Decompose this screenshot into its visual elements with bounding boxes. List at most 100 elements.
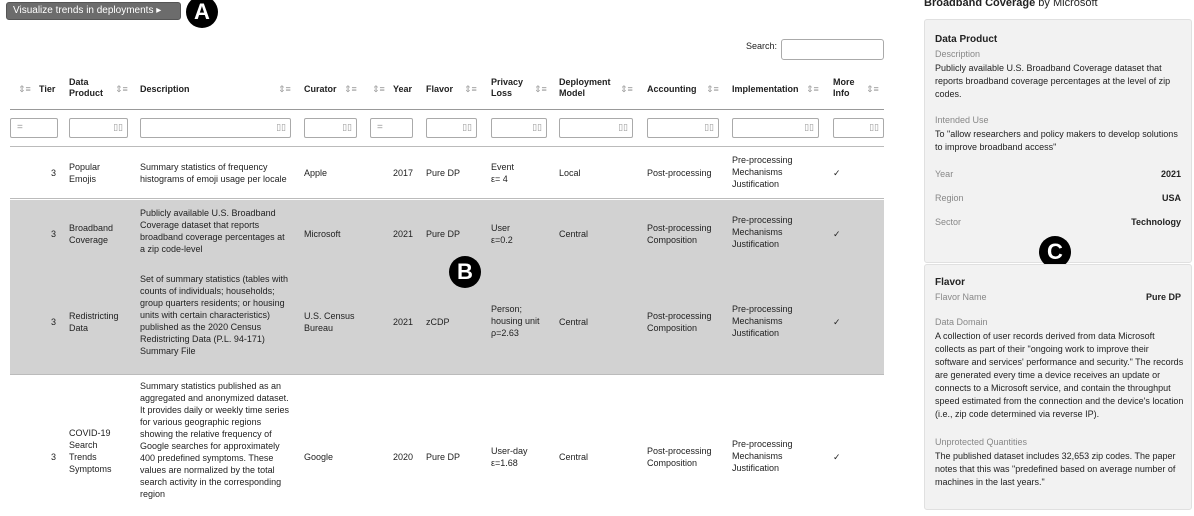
cell-tier: 3 <box>51 229 57 239</box>
cell-tier: 3 <box>51 317 57 327</box>
cell-more-info[interactable]: ✓ <box>833 167 841 179</box>
year-value: 2021 <box>1160 169 1181 179</box>
cell-description: Set of summary statistics (tables with c… <box>140 274 289 356</box>
cell-data-product: Popular Emojis <box>69 162 101 184</box>
cell-curator: Apple <box>304 168 328 178</box>
data-domain-label: Data Domain <box>935 317 988 327</box>
header-more-info[interactable]: More Info <box>833 77 861 99</box>
cell-accounting: Post-processing <box>647 168 712 178</box>
data-product-heading: Data Product <box>935 34 998 45</box>
cell-deployment-model: Local <box>559 168 581 178</box>
cell-description: Summary statistics of frequency histogra… <box>140 162 287 184</box>
header-year[interactable]: Year <box>393 84 412 95</box>
annotation-badge-a: A <box>186 0 218 28</box>
intended-use-text: To "allow researchers and policy makers … <box>935 129 1178 152</box>
description-label: Description <box>935 49 981 59</box>
flavor-heading: Flavor <box>935 277 966 288</box>
cell-privacy-loss: User-day ε=1.68 <box>491 446 528 468</box>
cell-year: 2021 <box>393 229 414 239</box>
cell-year: 2017 <box>393 168 414 178</box>
filter-more-info[interactable]: ▯▯ <box>833 118 884 138</box>
region-value: USA <box>1161 193 1181 203</box>
header-implementation[interactable]: Implementation <box>732 84 799 95</box>
header-data-product[interactable]: Data Product <box>69 77 109 99</box>
cell-flavor: Pure DP <box>426 229 461 239</box>
filter-tier[interactable]: = <box>10 118 58 138</box>
filter-description[interactable]: ▯▯ <box>140 118 291 138</box>
region-label: Region <box>935 193 964 203</box>
cell-accounting: Post-processing Composition <box>647 311 712 333</box>
cell-description: Summary statistics published as an aggre… <box>140 381 290 499</box>
sort-icon[interactable]: ⇕≡ <box>806 84 819 95</box>
cell-data-product: Broadband Coverage <box>69 223 114 245</box>
sort-icon[interactable]: ⇕≡ <box>372 84 385 95</box>
sort-icon[interactable]: ⇕≡ <box>278 84 291 95</box>
visualize-trends-button[interactable]: Visualize trends in deployments ▸ <box>6 2 181 20</box>
sector-value: Technology <box>1131 217 1181 227</box>
intended-use-label: Intended Use <box>935 115 989 125</box>
cell-implementation: Pre-processing Mechanisms Justification <box>732 155 793 189</box>
flavor-name-label: Flavor Name <box>935 292 987 302</box>
header-description[interactable]: Description <box>140 84 190 95</box>
data-domain-text: A collection of user records derived fro… <box>935 331 1184 419</box>
filter-data-product[interactable]: ▯▯ <box>69 118 128 138</box>
sort-icon[interactable]: ⇕≡ <box>18 84 31 95</box>
filter-accounting[interactable]: ▯▯ <box>647 118 719 138</box>
panel-title: Broadband Coverage by Microsoft <box>924 0 1098 9</box>
flavor-name-value: Pure DP <box>1145 292 1181 302</box>
cell-flavor: Pure DP <box>426 452 461 462</box>
cell-more-info[interactable]: ✓ <box>833 316 841 328</box>
flavor-card: Flavor Flavor Name Pure DP Data Domain A… <box>924 264 1192 510</box>
header-privacy-loss[interactable]: Privacy Loss <box>491 77 531 99</box>
search-input[interactable] <box>781 39 884 60</box>
sort-icon[interactable]: ⇕≡ <box>620 84 633 95</box>
sort-icon[interactable]: ⇕≡ <box>344 84 357 95</box>
cell-data-product: COVID-19 Search Trends Symptoms <box>69 428 112 474</box>
cell-more-info[interactable]: ✓ <box>833 228 841 240</box>
year-label: Year <box>935 169 954 179</box>
cell-implementation: Pre-processing Mechanisms Justification <box>732 215 793 249</box>
header-deployment-model[interactable]: Deployment Model <box>559 77 614 99</box>
cell-accounting: Post-processing Composition <box>647 446 712 468</box>
header-accounting[interactable]: Accounting <box>647 84 697 95</box>
annotation-badge-b: B <box>449 256 481 288</box>
cell-privacy-loss: User ε=0.2 <box>491 223 513 245</box>
filter-year[interactable]: = <box>370 118 413 138</box>
cell-description: Publicly available U.S. Broadband Covera… <box>140 208 285 254</box>
sort-icon[interactable]: ⇕≡ <box>115 84 128 95</box>
cell-accounting: Post-processing Composition <box>647 223 712 245</box>
search-label: Search: <box>746 40 778 51</box>
cell-tier: 3 <box>51 168 57 178</box>
description-text: Publicly available U.S. Broadband Covera… <box>935 63 1171 99</box>
cell-year: 2021 <box>393 317 414 327</box>
sort-icon[interactable]: ⇕≡ <box>534 84 547 95</box>
data-product-card: Data Product Description Publicly availa… <box>924 19 1192 263</box>
unprotected-quantities-label: Unprotected Quantities <box>935 437 1028 447</box>
cell-flavor: Pure DP <box>426 168 461 178</box>
filter-curator[interactable]: ▯▯ <box>304 118 357 138</box>
cell-implementation: Pre-processing Mechanisms Justification <box>732 439 793 473</box>
cell-curator: Google <box>304 452 334 462</box>
header-flavor[interactable]: Flavor <box>426 84 453 95</box>
cell-privacy-loss: Person; housing unit ρ=2.63 <box>491 304 540 338</box>
sector-label: Sector <box>935 217 962 227</box>
header-tier[interactable]: Tier <box>39 84 55 95</box>
cell-deployment-model: Central <box>559 452 589 462</box>
sort-icon[interactable]: ⇕≡ <box>866 84 879 95</box>
sort-icon[interactable]: ⇕≡ <box>706 84 719 95</box>
filter-privacy-loss[interactable]: ▯▯ <box>491 118 547 138</box>
cell-more-info[interactable]: ✓ <box>833 451 841 463</box>
cell-deployment-model: Central <box>559 317 589 327</box>
filter-flavor[interactable]: ▯▯ <box>426 118 477 138</box>
filter-implementation[interactable]: ▯▯ <box>732 118 819 138</box>
header-divider <box>10 109 884 110</box>
cell-tier: 3 <box>51 452 57 462</box>
cell-flavor: zCDP <box>426 317 450 327</box>
unprotected-quantities-text: The published dataset includes 32,653 zi… <box>935 451 1176 487</box>
filter-deployment-model[interactable]: ▯▯ <box>559 118 633 138</box>
header-curator[interactable]: Curator <box>304 84 337 95</box>
sort-icon[interactable]: ⇕≡ <box>464 84 477 95</box>
cell-implementation: Pre-processing Mechanisms Justification <box>732 304 793 338</box>
cell-privacy-loss: Event ε= 4 <box>491 162 515 184</box>
cell-data-product: Redistricting Data <box>69 311 119 333</box>
